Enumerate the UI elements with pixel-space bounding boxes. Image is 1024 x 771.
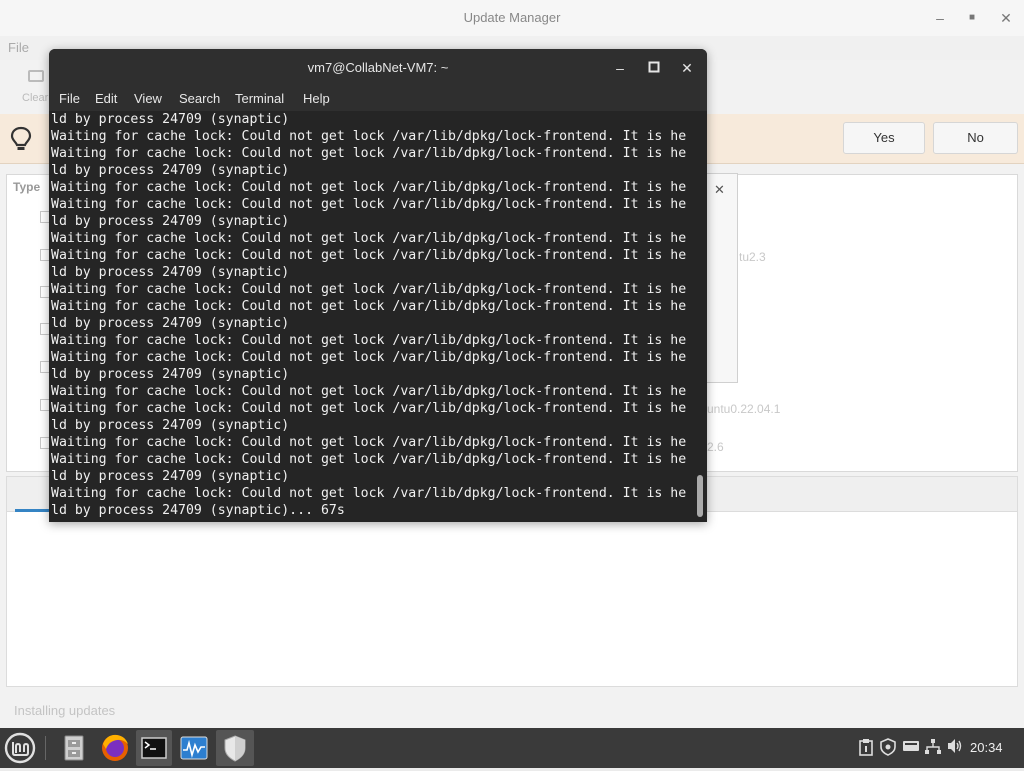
maximize-icon[interactable]: ■ — [962, 8, 982, 28]
terminal-line: ld by process 24709 (synaptic) — [51, 214, 290, 229]
terminal-line: ld by process 24709 (synaptic)... 67s — [51, 503, 345, 518]
terminal-menu-file[interactable]: File — [59, 91, 80, 106]
terminal-line: ld by process 24709 (synaptic) — [51, 418, 290, 433]
clipboard-icon[interactable] — [857, 738, 875, 758]
update-shield-icon[interactable] — [216, 730, 254, 766]
terminal-icon[interactable] — [136, 730, 172, 766]
terminal-title: vm7@CollabNet-VM7: ~ — [307, 60, 449, 75]
terminal-menu-search[interactable]: Search — [179, 91, 220, 106]
terminal-line: Waiting for cache lock: Could not get lo… — [51, 486, 687, 501]
update-manager-title: Update Manager — [463, 10, 561, 25]
dialog-behind: ✕ — [706, 173, 738, 383]
terminal-line: Waiting for cache lock: Could not get lo… — [51, 197, 687, 212]
network-icon[interactable] — [924, 738, 942, 758]
terminal-menu-help[interactable]: Help — [303, 91, 330, 106]
terminal-line: ld by process 24709 (synaptic) — [51, 367, 290, 382]
details-pane — [6, 512, 1018, 687]
status-text: Installing updates — [14, 703, 116, 718]
terminal-line: Waiting for cache lock: Could not get lo… — [51, 299, 687, 314]
terminal-titlebar[interactable]: vm7@CollabNet-VM7: ~ – ✕ — [49, 49, 707, 87]
terminal-output[interactable]: ld by process 24709 (synaptic) Waiting fo… — [49, 111, 695, 522]
terminal-line: Waiting for cache lock: Could not get lo… — [51, 435, 687, 450]
clear-icon[interactable] — [28, 70, 44, 82]
type-column-header[interactable]: Type — [13, 180, 40, 194]
terminal-line: Waiting for cache lock: Could not get lo… — [51, 452, 687, 467]
version-text: 2.6 — [707, 440, 724, 454]
terminal-maximize-icon[interactable] — [644, 58, 664, 78]
system-monitor-icon[interactable] — [176, 730, 212, 766]
yes-button[interactable]: Yes — [843, 122, 925, 154]
terminal-line: ld by process 24709 (synaptic) — [51, 316, 290, 331]
terminal-line: Waiting for cache lock: Could not get lo… — [51, 282, 687, 297]
terminal-line: ld by process 24709 (synaptic) — [51, 265, 290, 280]
terminal-line: ld by process 24709 (synaptic) — [51, 469, 290, 484]
terminal-line: ld by process 24709 (synaptic) — [51, 163, 290, 178]
close-icon[interactable]: ✕ — [996, 8, 1016, 28]
terminal-line: Waiting for cache lock: Could not get lo… — [51, 333, 687, 348]
volume-icon[interactable] — [946, 738, 964, 758]
update-manager-titlebar: Update Manager – ■ ✕ — [0, 0, 1024, 36]
dialog-close-icon[interactable]: ✕ — [714, 182, 725, 198]
terminal-line: Waiting for cache lock: Could not get lo… — [51, 401, 687, 416]
lightbulb-icon — [10, 126, 32, 150]
terminal-line: Waiting for cache lock: Could not get lo… — [51, 180, 687, 195]
no-button[interactable]: No — [933, 122, 1018, 154]
scrollbar-thumb[interactable] — [697, 475, 703, 517]
clock[interactable]: 20:34 — [970, 740, 1003, 755]
shield-tray-icon[interactable] — [879, 738, 897, 758]
terminal-menu-view[interactable]: View — [134, 91, 162, 106]
terminal-window[interactable]: vm7@CollabNet-VM7: ~ – ✕ File Edit View … — [49, 49, 707, 522]
terminal-menubar: File Edit View Search Terminal Help — [49, 87, 707, 111]
mint-menu-icon[interactable] — [2, 730, 38, 766]
terminal-close-icon[interactable]: ✕ — [677, 58, 697, 78]
terminal-line: Waiting for cache lock: Could not get lo… — [51, 146, 687, 161]
firefox-icon[interactable] — [97, 730, 133, 766]
terminal-minimize-icon[interactable]: – — [610, 58, 630, 78]
terminal-menu-edit[interactable]: Edit — [95, 91, 117, 106]
version-text: untu0.22.04.1 — [707, 402, 781, 416]
terminal-line: Waiting for cache lock: Could not get lo… — [51, 231, 687, 246]
terminal-menu-terminal[interactable]: Terminal — [235, 91, 284, 106]
terminal-line: Waiting for cache lock: Could not get lo… — [51, 384, 687, 399]
terminal-scrollbar[interactable] — [695, 111, 707, 522]
clear-button-label[interactable]: Clear — [22, 92, 48, 104]
taskbar: 20:34 — [0, 728, 1024, 768]
terminal-line: ld by process 24709 (synaptic) — [51, 112, 290, 127]
terminal-line: Waiting for cache lock: Could not get lo… — [51, 248, 687, 263]
terminal-line: Waiting for cache lock: Could not get lo… — [51, 350, 687, 365]
version-text: tu2.3 — [739, 250, 766, 264]
keyboard-icon[interactable] — [902, 738, 920, 758]
minimize-icon[interactable]: – — [930, 8, 950, 28]
terminal-line: Waiting for cache lock: Could not get lo… — [51, 129, 687, 144]
files-icon[interactable] — [56, 730, 92, 766]
menu-file[interactable]: File — [8, 40, 29, 55]
taskbar-separator — [45, 736, 46, 760]
